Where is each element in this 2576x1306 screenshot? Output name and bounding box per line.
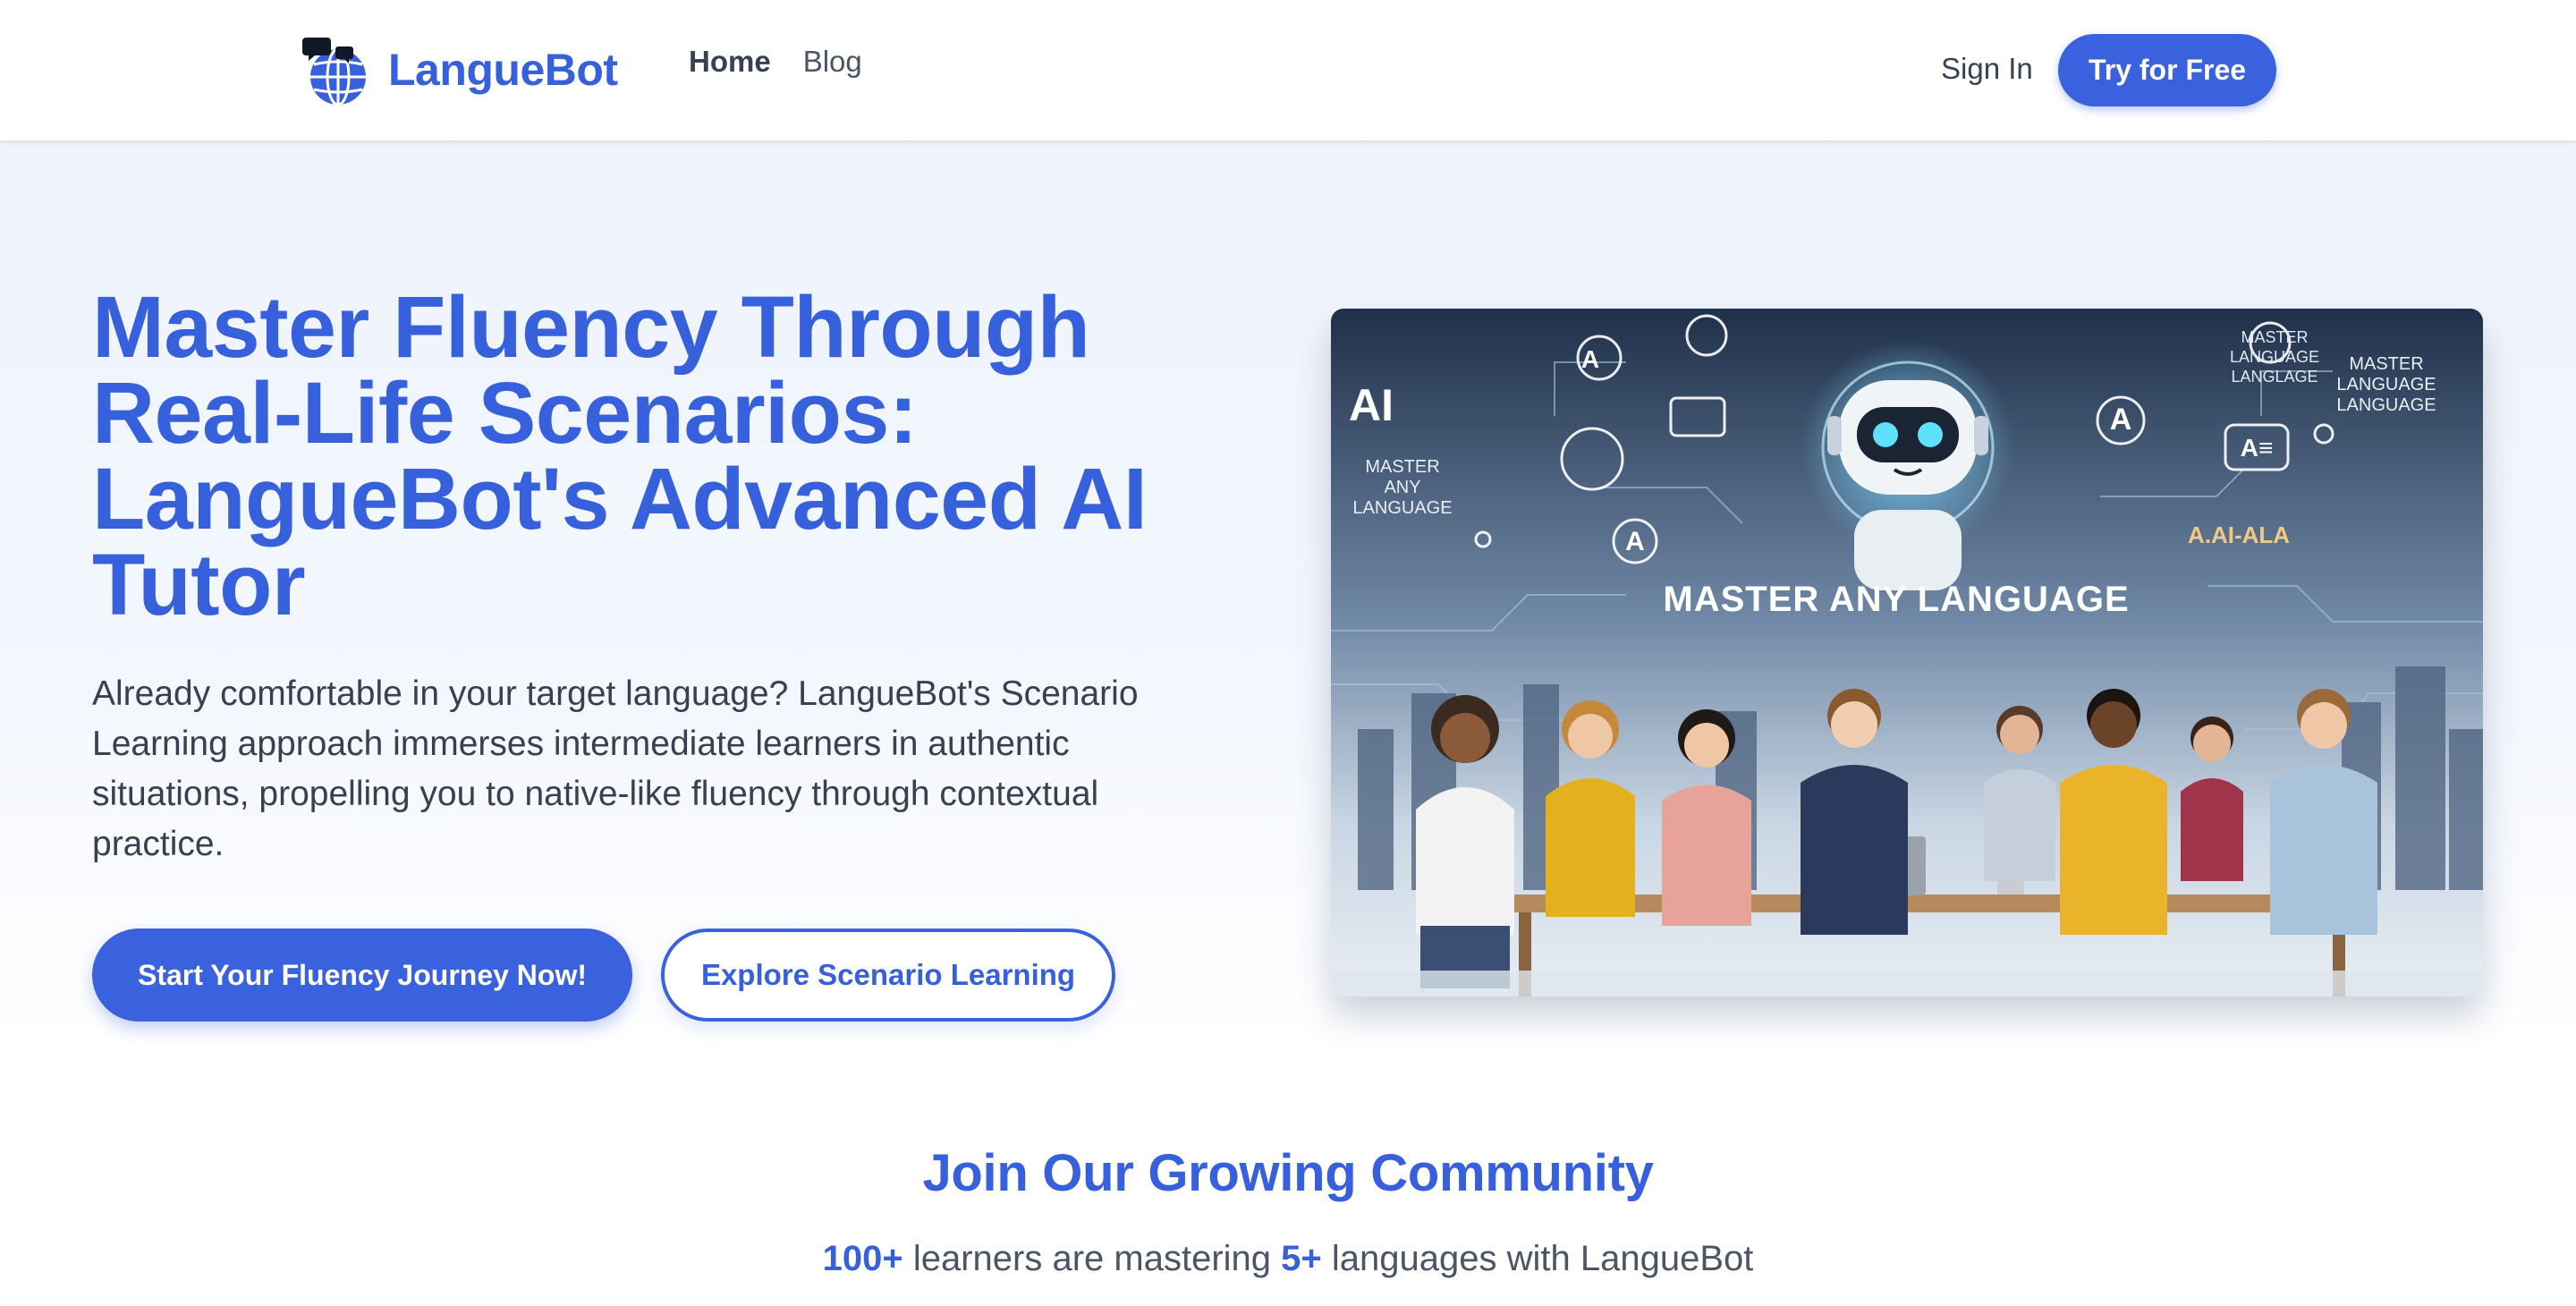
languages-count: 5+ [1281,1239,1322,1278]
explore-scenario-button[interactable]: Explore Scenario Learning [661,929,1115,1022]
image-left-text-3: LANGUAGE [1352,498,1452,518]
main-nav: Home Blog [689,45,862,79]
image-right-text-1: MASTER [2349,354,2423,374]
hero-description: Already comfortable in your target langu… [92,674,1139,863]
hero-illustration: A A A A≡ AI MASTER ANY LANGUAGE MASTER L… [1331,309,2483,996]
image-ai-text: AI [1349,380,1394,430]
image-right-text-3: LANGUAGE [2336,395,2436,415]
image-left-text-1: MASTER [1365,457,1439,477]
nav-link-blog[interactable]: Blog [803,45,862,79]
brand[interactable]: LangueBot [299,32,618,107]
sign-in-link[interactable]: Sign In [1941,52,2033,86]
stats-text-end: languages with LangueBot [1331,1239,1754,1278]
image-ai-row-text: A.AI-ALA [2188,522,2290,548]
stats-text-middle: learners are mastering [912,1239,1272,1278]
image-right-text-2: LANGUAGE [2336,375,2436,394]
globe-chat-logo-icon [302,38,366,106]
hero-title: Master Fluency Through Real-Life Scenari… [92,278,1148,633]
community-title: Join Our Growing Community [922,1144,1654,1202]
try-for-free-button[interactable]: Try for Free [2058,34,2276,106]
community-stats: 100+ learners are mastering 5+ languages… [0,1239,2576,1279]
image-topright-text-1: MASTER [2241,328,2308,346]
image-topright-text-2: LANGUAGE [2230,348,2319,366]
learners-count: 100+ [822,1239,903,1278]
brand-name: LangueBot [388,45,618,95]
image-glyph-a-1: A [1581,345,1599,373]
image-left-text-2: ANY [1384,478,1420,497]
image-glyph-a-3: A [1625,527,1645,556]
image-flag-glyph: A≡ [2241,434,2274,462]
image-banner-text: MASTER ANY LANGUAGE [1663,580,2129,619]
image-topright-text-3: LANGLAGE [2231,368,2318,386]
start-journey-button[interactable]: Start Your Fluency Journey Now! [92,929,632,1022]
nav-link-home[interactable]: Home [689,45,771,79]
image-glyph-a-2: A [2110,403,2132,437]
top-navbar: LangueBot Home Blog Sign In Try for Free [0,0,2576,140]
